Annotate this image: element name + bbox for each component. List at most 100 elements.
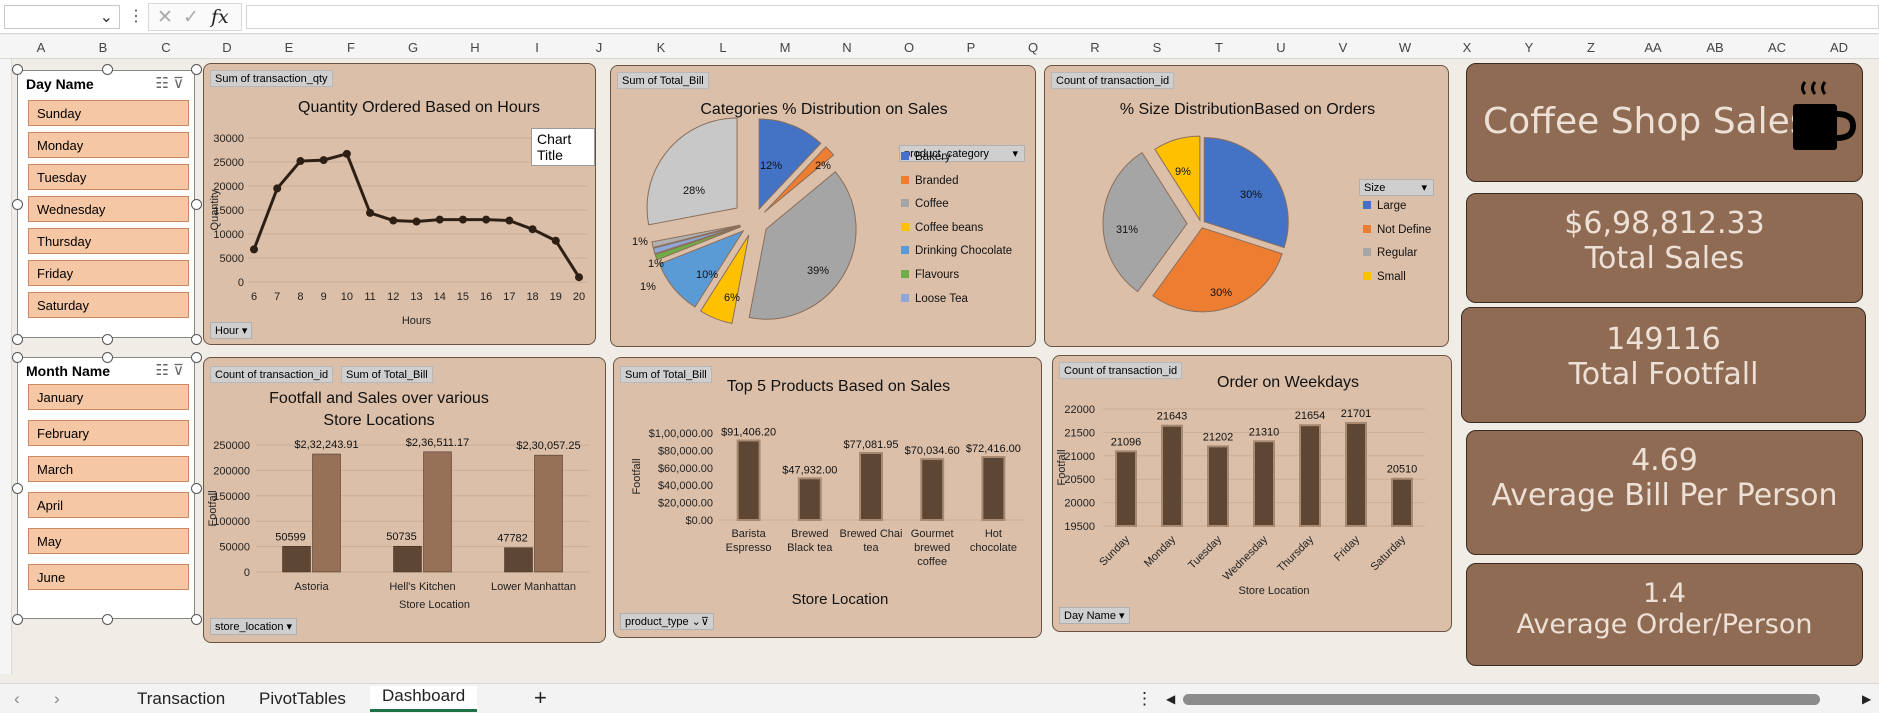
resize-handle[interactable] bbox=[191, 64, 202, 75]
resize-handle[interactable] bbox=[12, 352, 23, 363]
column-header[interactable]: AB bbox=[1700, 40, 1730, 55]
scroll-left-icon[interactable]: ‹ bbox=[14, 689, 20, 709]
column-header[interactable]: AA bbox=[1638, 40, 1668, 55]
bar bbox=[1115, 450, 1137, 527]
tab-dashboard[interactable]: Dashboard bbox=[370, 686, 478, 712]
column-header[interactable]: G bbox=[398, 40, 428, 55]
day-name-filter-button[interactable]: Day Name ▾ bbox=[1059, 607, 1130, 624]
resize-handle[interactable] bbox=[191, 352, 202, 363]
slicer-item[interactable]: April bbox=[28, 492, 189, 518]
slicer-item[interactable]: February bbox=[28, 420, 189, 446]
multi-select-icon[interactable]: ☷ bbox=[155, 75, 168, 92]
size-filter-button[interactable]: Size ▾ bbox=[1359, 179, 1434, 196]
name-box[interactable]: ⌄ bbox=[4, 5, 120, 29]
column-header[interactable]: AD bbox=[1824, 40, 1854, 55]
slicer-item[interactable]: Wednesday bbox=[28, 196, 189, 222]
category-distribution-panel[interactable]: Sum of Total_Bill Categories % Distribut… bbox=[610, 65, 1036, 347]
resize-handle[interactable] bbox=[12, 483, 23, 494]
resize-handle[interactable] bbox=[191, 334, 202, 345]
resize-handle[interactable] bbox=[102, 334, 113, 345]
day-name-slicer[interactable]: Day Name ☷ ⊽ Sunday Monday Tuesday Wednesda… bbox=[17, 70, 195, 338]
column-header[interactable]: X bbox=[1452, 40, 1482, 55]
column-header[interactable]: M bbox=[770, 40, 800, 55]
slicer-item[interactable]: Saturday bbox=[28, 292, 189, 318]
column-header[interactable]: J bbox=[584, 40, 614, 55]
column-header[interactable]: N bbox=[832, 40, 862, 55]
top-products-panel[interactable]: Sum of Total_Bill Top 5 Products Based o… bbox=[613, 357, 1042, 638]
slicer-item[interactable]: Tuesday bbox=[28, 164, 189, 190]
column-header[interactable]: L bbox=[708, 40, 738, 55]
column-header[interactable]: H bbox=[460, 40, 490, 55]
slicer-item[interactable]: May bbox=[28, 528, 189, 554]
column-header[interactable]: Q bbox=[1018, 40, 1048, 55]
resize-handle[interactable] bbox=[102, 614, 113, 625]
multi-select-icon[interactable]: ☷ bbox=[155, 362, 168, 379]
resize-handle[interactable] bbox=[102, 64, 113, 75]
resize-handle[interactable] bbox=[12, 334, 23, 345]
scroll-right-icon[interactable]: ▶ bbox=[1862, 692, 1871, 706]
column-header[interactable]: Z bbox=[1576, 40, 1606, 55]
footfall-sales-panel[interactable]: Count of transaction_id Sum of Total_Bil… bbox=[203, 357, 606, 643]
resize-handle[interactable] bbox=[12, 64, 23, 75]
more-options-icon[interactable]: ⋮ bbox=[128, 6, 144, 26]
column-header[interactable]: B bbox=[88, 40, 118, 55]
weekday-orders-panel[interactable]: Count of transaction_id Order on Weekday… bbox=[1052, 355, 1452, 632]
resize-handle[interactable] bbox=[12, 614, 23, 625]
resize-handle[interactable] bbox=[102, 352, 113, 363]
slicer-item[interactable]: Thursday bbox=[28, 228, 189, 254]
confirm-icon[interactable]: ✓ bbox=[183, 6, 199, 29]
horizontal-scrollbar[interactable] bbox=[1183, 694, 1820, 705]
tab-pivottables[interactable]: PivotTables bbox=[259, 689, 346, 709]
product-type-filter-button[interactable]: product_type ⌄⊽ bbox=[620, 613, 714, 630]
column-header[interactable]: A bbox=[26, 40, 56, 55]
month-name-slicer[interactable]: Month Name ☷ ⊽ January February March April… bbox=[17, 357, 195, 619]
add-sheet-icon[interactable]: + bbox=[534, 685, 547, 711]
series-line bbox=[252, 152, 581, 279]
slicer-item[interactable]: Monday bbox=[28, 132, 189, 158]
y-tick-label: $40,000.00 bbox=[658, 480, 713, 492]
column-header[interactable]: Y bbox=[1514, 40, 1544, 55]
resize-handle[interactable] bbox=[191, 483, 202, 494]
legend-label: Coffee beans bbox=[915, 221, 984, 234]
column-header[interactable]: W bbox=[1390, 40, 1420, 55]
data-point bbox=[482, 215, 491, 224]
scroll-left-icon[interactable]: ◀ bbox=[1166, 692, 1175, 706]
column-header[interactable]: T bbox=[1204, 40, 1234, 55]
more-options-icon[interactable]: ⋮ bbox=[1136, 689, 1153, 709]
line-chart: 0500010000150002000025000300006 7 8 9 10 11 12… bbox=[209, 133, 587, 327]
cancel-icon[interactable]: ✕ bbox=[157, 6, 173, 29]
formula-input[interactable] bbox=[246, 5, 1879, 29]
tab-transaction[interactable]: Transaction bbox=[137, 689, 225, 709]
hour-filter-button[interactable]: Hour ▾ bbox=[210, 322, 253, 339]
chevron-down-icon[interactable]: ⌄ bbox=[100, 7, 113, 27]
slicer-item[interactable]: Sunday bbox=[28, 100, 189, 126]
column-header[interactable]: F bbox=[336, 40, 366, 55]
column-header[interactable]: E bbox=[274, 40, 304, 55]
slicer-item[interactable]: March bbox=[28, 456, 189, 482]
column-header[interactable]: S bbox=[1142, 40, 1172, 55]
hourly-quantity-panel[interactable]: Sum of transaction_qty Quantity Ordered … bbox=[203, 63, 596, 345]
column-header[interactable]: R bbox=[1080, 40, 1110, 55]
column-header[interactable]: P bbox=[956, 40, 986, 55]
size-distribution-panel[interactable]: Count of transaction_id % Size Distribut… bbox=[1044, 65, 1449, 347]
resize-handle[interactable] bbox=[191, 199, 202, 210]
scroll-right-icon[interactable]: › bbox=[54, 689, 60, 709]
column-header[interactable]: AC bbox=[1762, 40, 1792, 55]
column-header[interactable]: U bbox=[1266, 40, 1296, 55]
slicer-item[interactable]: January bbox=[28, 384, 189, 410]
resize-handle[interactable] bbox=[12, 199, 23, 210]
bar bbox=[736, 439, 761, 521]
column-header[interactable]: C bbox=[151, 40, 181, 55]
column-header[interactable]: O bbox=[894, 40, 924, 55]
store-location-filter-button[interactable]: store_location ▾ bbox=[210, 618, 298, 635]
column-header[interactable]: I bbox=[522, 40, 552, 55]
column-header[interactable]: D bbox=[212, 40, 242, 55]
column-header[interactable]: V bbox=[1328, 40, 1358, 55]
resize-handle[interactable] bbox=[191, 614, 202, 625]
insert-function-icon[interactable]: fx bbox=[211, 6, 229, 28]
clear-filter-icon[interactable]: ⊽ bbox=[173, 75, 184, 92]
slicer-item[interactable]: June bbox=[28, 564, 189, 590]
column-header[interactable]: K bbox=[646, 40, 676, 55]
clear-filter-icon[interactable]: ⊽ bbox=[173, 362, 184, 379]
slicer-item[interactable]: Friday bbox=[28, 260, 189, 286]
